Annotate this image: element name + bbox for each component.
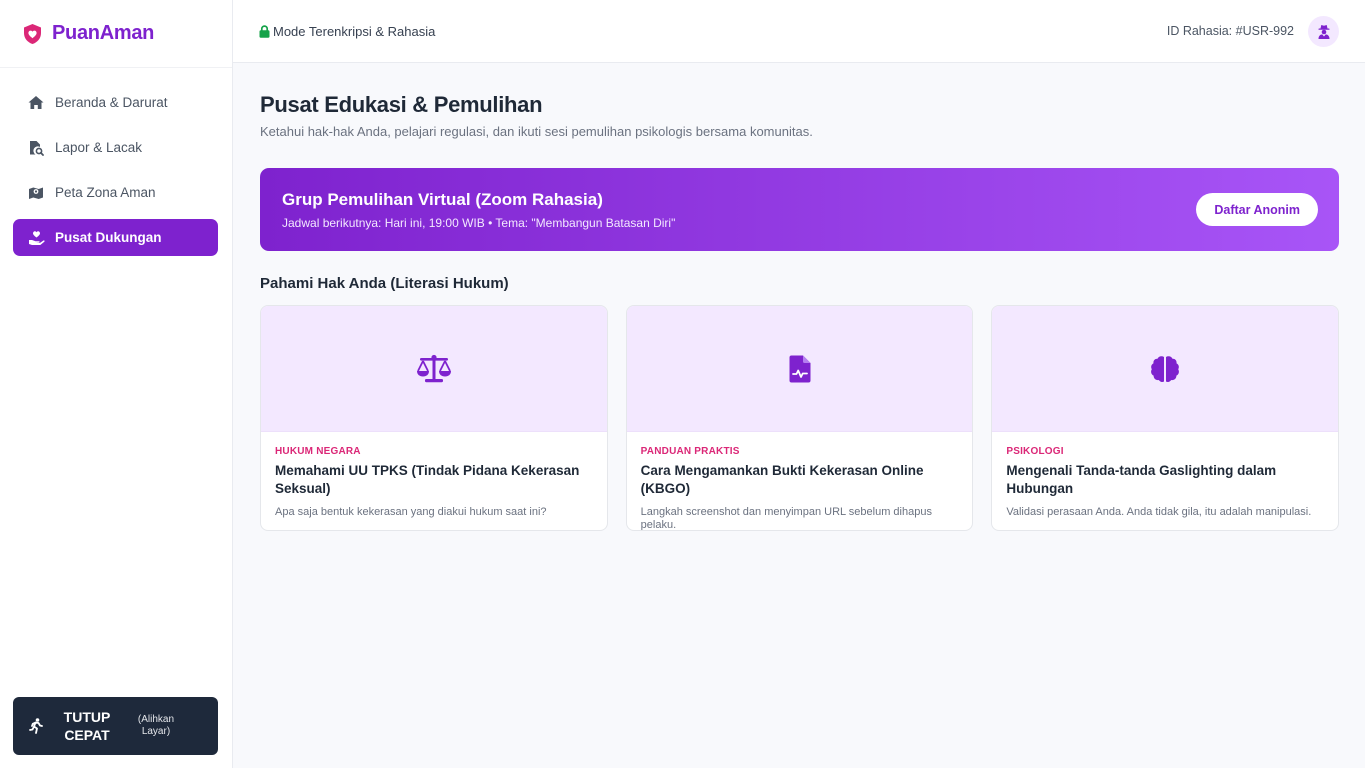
top-bar: Mode Terenkripsi & Rahasia ID Rahasia: #… [233, 0, 1365, 63]
card-title: Cara Mengamankan Bukti Kekerasan Online … [640, 463, 924, 496]
quick-exit-button[interactable]: TUTUP CEPAT (Alihkan Layar) [13, 697, 218, 755]
user-area: ID Rahasia: #USR-992 [1166, 15, 1339, 47]
file-search-icon [27, 139, 45, 157]
banner-text: Grup Pemulihan Virtual (Zoom Rahasia) Ja… [282, 190, 675, 230]
card-body: PSIKOLOGI Mengenali Tanda-tanda Gaslight… [992, 432, 1338, 519]
education-card[interactable]: HUKUM NEGARA Memahami UU TPKS (Tindak Pi… [260, 305, 608, 531]
lock-icon [259, 24, 271, 38]
quick-exit-label: TUTUP CEPAT [63, 709, 111, 743]
banner-subtitle: Jadwal berikutnya: Hari ini, 19:00 WIB •… [282, 215, 676, 230]
card-media [992, 306, 1339, 432]
sidebar-item-label: Pusat Dukungan [55, 230, 162, 245]
secret-id: ID Rahasia: #USR-992 [1166, 24, 1294, 38]
brand-name: PuanAman [52, 22, 155, 44]
avatar[interactable] [1308, 15, 1339, 47]
education-card[interactable]: PANDUAN PRAKTIS Cara Mengamankan Bukti K… [625, 305, 974, 531]
card-description: Langkah screenshot dan menyimpan URL seb… [640, 506, 932, 531]
sidebar: PuanAman Beranda & Darurat Lapor & Lacak… [0, 0, 233, 768]
main-content: Pusat Edukasi & Pemulihan Ketahui hak-ha… [260, 63, 1340, 531]
card-tag: PANDUAN PRAKTIS [640, 446, 740, 457]
education-cards: HUKUM NEGARA Memahami UU TPKS (Tindak Pi… [260, 305, 1340, 531]
scale-balance-icon [416, 354, 452, 384]
home-icon [27, 94, 45, 112]
register-anonymous-button[interactable]: Daftar Anonim [1196, 193, 1318, 226]
card-body: HUKUM NEGARA Memahami UU TPKS (Tindak Pi… [261, 432, 607, 519]
card-description: Apa saja bentuk kekerasan yang diakui hu… [275, 506, 547, 518]
hand-holding-heart-icon [27, 229, 45, 247]
card-title: Memahami UU TPKS (Tindak Pidana Kekerasa… [275, 463, 580, 496]
card-tag: PSIKOLOGI [1006, 446, 1064, 457]
recovery-group-banner: Grup Pemulihan Virtual (Zoom Rahasia) Ja… [260, 168, 1339, 251]
sidebar-item-pusat-dukungan[interactable]: Pusat Dukungan [13, 219, 218, 256]
running-person-icon [27, 717, 45, 735]
card-title: Mengenali Tanda-tanda Gaslighting dalam … [1006, 463, 1277, 496]
sidebar-nav: Beranda & Darurat Lapor & Lacak Peta Zon… [0, 68, 232, 256]
secure-mode-indicator: Mode Terenkripsi & Rahasia [259, 24, 435, 39]
quick-exit-sublabel: (Alihkan Layar) [137, 714, 175, 737]
shield-heart-icon [21, 23, 43, 45]
card-media [261, 306, 607, 432]
page-subtitle: Ketahui hak-hak Anda, pelajari regulasi,… [260, 124, 813, 139]
map-icon [27, 184, 45, 202]
page-title: Pusat Edukasi & Pemulihan [260, 92, 543, 117]
sidebar-item-beranda[interactable]: Beranda & Darurat [13, 84, 218, 121]
banner-title: Grup Pemulihan Virtual (Zoom Rahasia) [282, 189, 603, 209]
education-card[interactable]: PSIKOLOGI Mengenali Tanda-tanda Gaslight… [991, 305, 1340, 531]
brain-icon [1150, 355, 1180, 383]
file-medical-icon [789, 355, 811, 383]
section-title: Pahami Hak Anda (Literasi Hukum) [260, 275, 509, 292]
sidebar-item-label: Peta Zona Aman [55, 185, 156, 200]
card-media [626, 306, 973, 432]
card-body: PANDUAN PRAKTIS Cara Mengamankan Bukti K… [627, 432, 973, 531]
sidebar-item-lapor[interactable]: Lapor & Lacak [13, 129, 218, 166]
sidebar-item-peta[interactable]: Peta Zona Aman [13, 174, 218, 211]
card-tag: HUKUM NEGARA [275, 446, 361, 457]
sidebar-item-label: Beranda & Darurat [55, 95, 168, 110]
secure-mode-label: Mode Terenkripsi & Rahasia [273, 23, 436, 39]
brand[interactable]: PuanAman [0, 0, 232, 68]
sidebar-item-label: Lapor & Lacak [55, 140, 143, 155]
card-description: Validasi perasaan Anda. Anda tidak gila,… [1006, 506, 1312, 518]
user-secret-icon [1317, 24, 1331, 39]
